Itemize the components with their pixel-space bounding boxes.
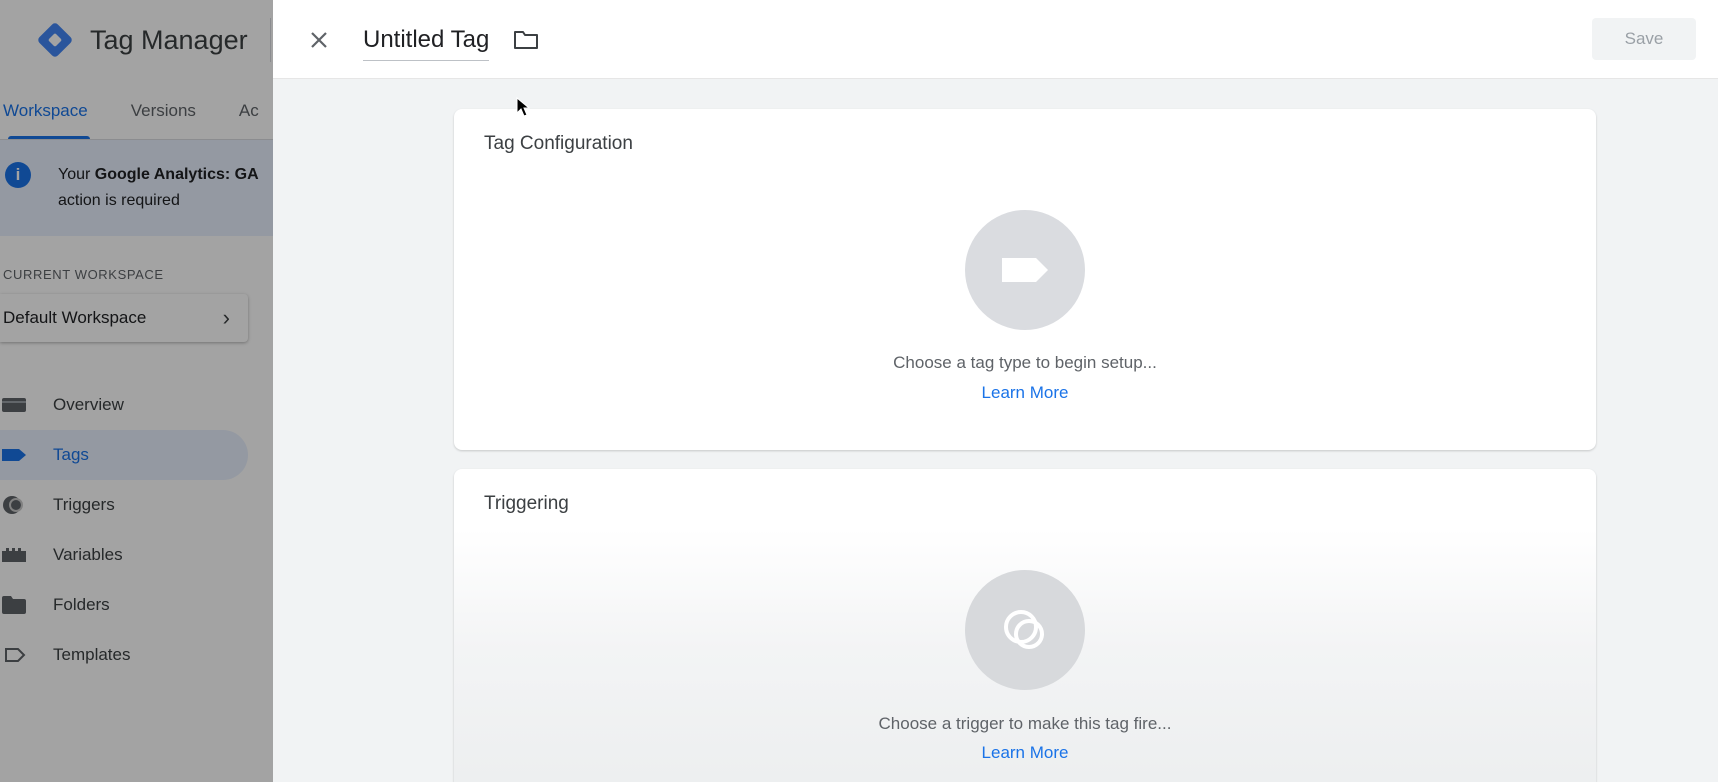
tag-icon [1002, 258, 1048, 282]
close-icon [311, 32, 327, 48]
triggering-card[interactable]: Triggering Choose a trigger to make this… [454, 469, 1596, 782]
learn-more-link[interactable]: Learn More [454, 383, 1596, 403]
folder-button[interactable] [513, 29, 541, 53]
tag-type-placeholder[interactable] [965, 210, 1085, 330]
modal-scrim[interactable] [0, 0, 273, 782]
card-hint: Choose a trigger to make this tag fire..… [878, 714, 1172, 733]
tag-editor-panel: Untitled Tag Save Tag Configuration Choo… [273, 0, 1718, 782]
tag-configuration-card[interactable]: Tag Configuration Choose a tag type to b… [454, 109, 1596, 450]
trigger-icon [1004, 610, 1044, 649]
card-title: Tag Configuration [484, 133, 633, 154]
tag-editor-header: Untitled Tag Save [273, 0, 1718, 79]
card-title: Triggering [484, 493, 569, 514]
folder-icon [514, 31, 538, 49]
tag-name-field[interactable]: Untitled Tag [363, 26, 490, 61]
close-button[interactable] [305, 26, 333, 54]
learn-more-link[interactable]: Learn More [454, 743, 1596, 763]
card-hint: Choose a tag type to begin setup... [893, 353, 1157, 372]
trigger-placeholder[interactable] [965, 570, 1085, 690]
mouse-cursor-icon [516, 97, 530, 117]
save-button[interactable]: Save [1592, 18, 1696, 60]
